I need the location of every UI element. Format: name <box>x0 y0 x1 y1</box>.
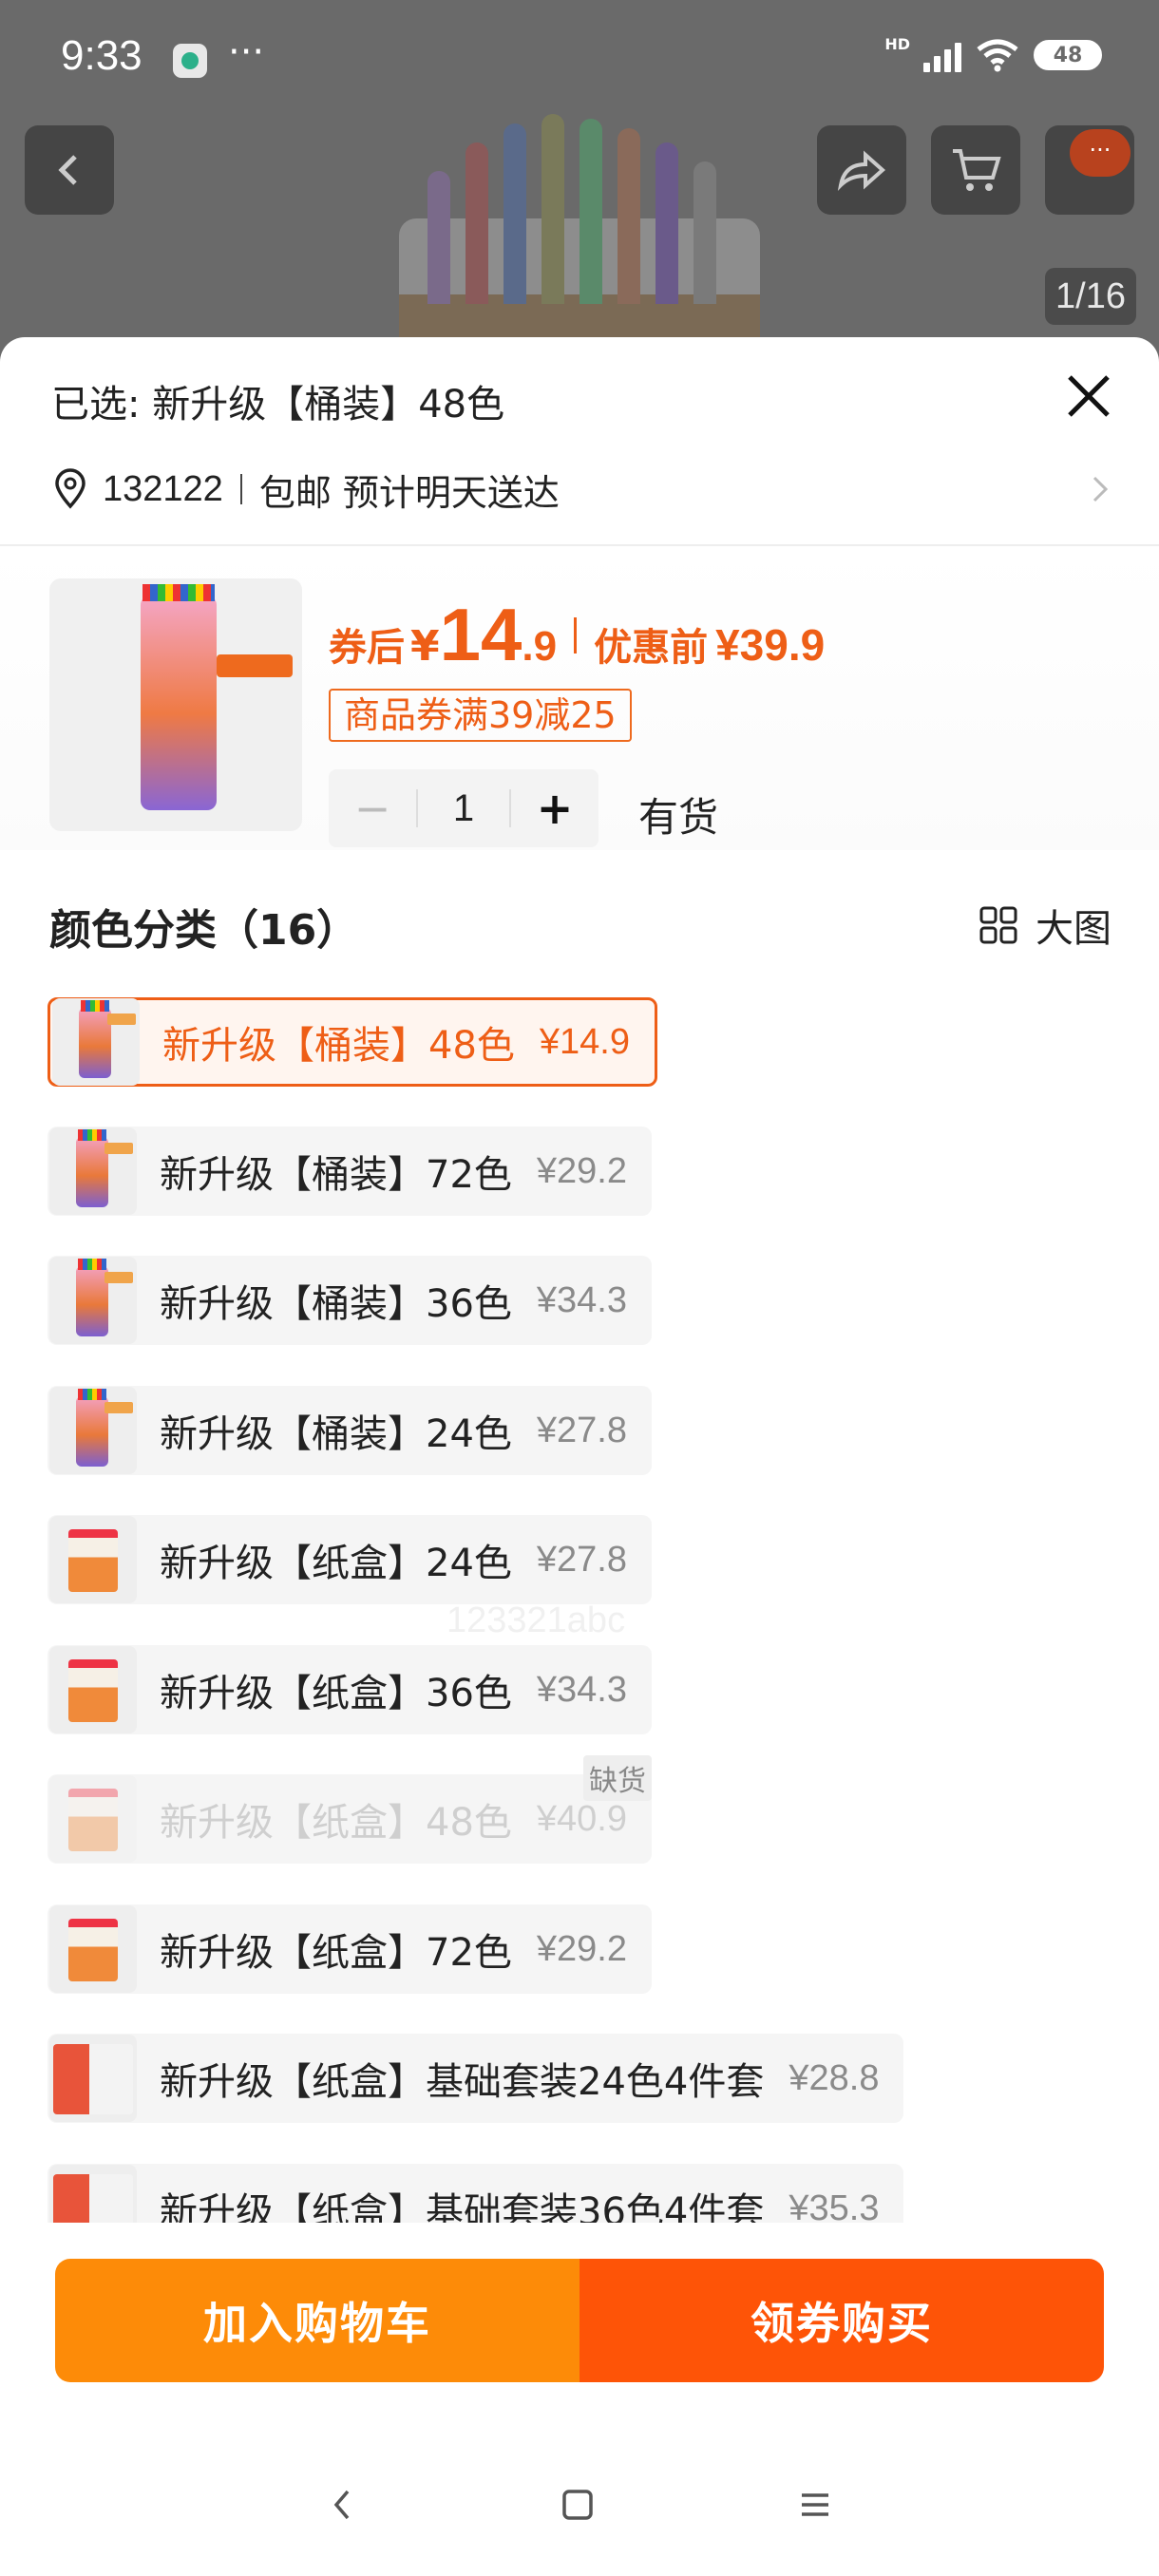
big-view-label: 大图 <box>1036 907 1112 951</box>
option-price: ¥28.8 <box>788 2057 880 2098</box>
status-bar: 9:33 ··· HD 48 <box>0 0 1159 114</box>
chevron-right-icon <box>1092 476 1109 502</box>
price-prefix: 券后 <box>329 626 405 670</box>
selected-variant-text: 已选: 新升级【桶装】48色 <box>51 383 505 426</box>
option-box-set-36[interactable]: 新升级【纸盒】基础套装36色4件套 ¥35.3 <box>48 2164 904 2224</box>
wifi-icon <box>975 38 1020 72</box>
close-icon <box>1068 375 1110 417</box>
option-price: ¥34.3 <box>536 1669 627 1710</box>
price-currency: ¥ <box>410 622 440 671</box>
product-thumbnail[interactable] <box>49 578 302 831</box>
option-tube-24[interactable]: 新升级【桶装】24色 ¥27.8 <box>48 1386 652 1475</box>
option-name: 新升级【纸盒】24色 <box>160 1542 512 1585</box>
option-thumbnail <box>49 1387 137 1474</box>
option-box-48[interactable]: 新升级【纸盒】48色 ¥40.9 缺货 <box>48 1755 652 1864</box>
option-name: 新升级【纸盒】基础套装24色4件套 <box>160 2060 765 2104</box>
option-box-72[interactable]: 新升级【纸盒】72色 ¥29.2 <box>48 1904 652 1994</box>
battery-icon: 48 <box>1034 40 1102 70</box>
watermark: 123321abc <box>446 1601 626 1640</box>
option-price: ¥29.2 <box>536 1928 627 1969</box>
section-title: 颜色分类（16） <box>49 906 359 955</box>
system-navigation-bar <box>0 2434 1159 2576</box>
option-thumbnail <box>49 2035 137 2122</box>
option-price: ¥35.3 <box>788 2188 880 2224</box>
status-time: 9:33 <box>61 32 142 79</box>
option-thumbnail <box>49 1127 137 1215</box>
option-name: 新升级【桶装】72色 <box>160 1153 512 1197</box>
address-code: 132122 <box>103 468 223 509</box>
price-integer: 14 <box>439 593 522 676</box>
nav-menu-icon[interactable] <box>796 2486 834 2524</box>
option-thumbnail <box>49 1257 137 1344</box>
sku-selector-sheet: 已选: 新升级【桶装】48色 132122 包邮 预计明天送达 券后 ¥ 14 … <box>0 337 1159 2576</box>
buy-now-button[interactable]: 领券购买 <box>580 2259 1104 2382</box>
option-name: 新升级【纸盒】72色 <box>160 1931 512 1975</box>
share-button[interactable] <box>817 125 906 215</box>
option-thumbnail <box>52 998 140 1086</box>
option-box-set-24[interactable]: 新升级【纸盒】基础套装24色4件套 ¥28.8 <box>48 2034 904 2123</box>
option-price: ¥34.3 <box>536 1279 627 1320</box>
add-to-cart-button[interactable]: 加入购物车 <box>55 2259 580 2382</box>
more-notifications: ··· <box>228 30 265 74</box>
signal-icon <box>923 38 961 72</box>
price-line: 券后 ¥ 14 .9 优惠前 ¥39.9 <box>329 592 825 678</box>
option-price: ¥14.9 <box>539 1021 630 1062</box>
option-thumbnail <box>49 2165 137 2223</box>
close-button[interactable] <box>1058 366 1119 426</box>
back-button[interactable] <box>25 125 114 215</box>
nav-home-icon[interactable] <box>559 2486 597 2524</box>
option-thumbnail <box>49 1905 137 1993</box>
address-row[interactable]: 132122 包邮 预计明天送达 <box>51 461 1125 518</box>
share-icon <box>837 150 886 191</box>
option-thumbnail <box>49 1516 137 1603</box>
option-name: 新升级【桶装】48色 <box>162 1024 515 1068</box>
option-name: 新升级【桶装】24色 <box>160 1412 512 1456</box>
quantity-stepper: − 1 + <box>329 769 598 847</box>
action-buttons: 加入购物车 领券购买 <box>55 2259 1104 2382</box>
price-decimal: .9 <box>522 623 558 670</box>
cart-button[interactable] <box>931 125 1020 215</box>
option-tube-48[interactable]: 新升级【桶装】48色 ¥14.9 <box>48 997 657 1087</box>
divider <box>239 474 242 504</box>
cart-icon <box>953 149 1001 191</box>
stock-status: 有货 <box>638 794 719 841</box>
grid-icon <box>979 906 1017 944</box>
option-name: 新升级【纸盒】36色 <box>160 1672 512 1715</box>
hd-label: HD <box>884 34 910 53</box>
option-price: ¥40.9 <box>536 1798 627 1839</box>
increase-button[interactable]: + <box>511 769 598 847</box>
option-tube-36[interactable]: 新升级【桶装】36色 ¥34.3 <box>48 1256 652 1345</box>
big-view-toggle[interactable]: 大图 <box>978 898 1112 953</box>
option-name: 新升级【桶装】36色 <box>160 1282 512 1326</box>
back-icon <box>58 155 77 185</box>
option-thumbnail <box>49 1646 137 1733</box>
out-of-stock-badge: 缺货 <box>583 1755 652 1801</box>
option-name: 新升级【纸盒】基础套装36色4件套 <box>160 2190 765 2223</box>
option-price: ¥27.8 <box>536 1410 627 1450</box>
location-pin-icon <box>55 468 86 509</box>
divider <box>574 616 578 653</box>
option-box-36[interactable]: 新升级【纸盒】36色 ¥34.3 <box>48 1645 652 1734</box>
decrease-button[interactable]: − <box>329 769 416 847</box>
original-price-label: 优惠前 <box>594 626 709 670</box>
shipping-info: 包邮 预计明天送达 <box>258 471 560 514</box>
image-page-indicator: 1/16 <box>1045 268 1136 325</box>
option-box-24[interactable]: 新升级【纸盒】24色 ¥27.8 <box>48 1515 652 1604</box>
option-price: ¥27.8 <box>536 1539 627 1580</box>
option-tube-72[interactable]: 新升级【桶装】72色 ¥29.2 <box>48 1127 652 1216</box>
coupon-badge[interactable]: 商品券满39减25 <box>329 689 632 742</box>
nav-back-icon[interactable] <box>325 2484 359 2526</box>
message-app-icon <box>173 44 207 78</box>
product-summary: 券后 ¥ 14 .9 优惠前 ¥39.9 商品券满39减25 − 1 + 有货 <box>0 546 1159 850</box>
quantity-value[interactable]: 1 <box>416 789 511 827</box>
option-thumbnail <box>49 1775 137 1863</box>
option-name: 新升级【纸盒】48色 <box>160 1801 512 1845</box>
option-price: ¥29.2 <box>536 1150 627 1191</box>
original-price: ¥39.9 <box>715 620 826 670</box>
notification-badge: ··· <box>1070 129 1130 177</box>
